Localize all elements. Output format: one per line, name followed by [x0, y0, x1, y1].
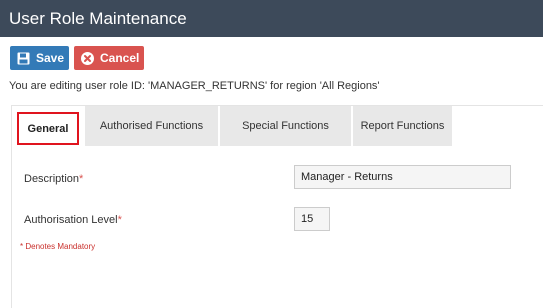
- tab-general[interactable]: General: [17, 112, 79, 145]
- role-panel: General Authorised Functions Special Fun…: [11, 105, 543, 308]
- authorisation-level-label-text: Authorisation Level: [24, 214, 118, 226]
- authorisation-level-label: Authorisation Level*: [24, 214, 122, 226]
- tab-authorised-functions[interactable]: Authorised Functions: [85, 106, 218, 146]
- save-button[interactable]: Save: [10, 46, 69, 70]
- window-title: User Role Maintenance: [0, 0, 543, 37]
- close-circle-icon: [81, 51, 94, 65]
- cancel-button[interactable]: Cancel: [74, 46, 144, 70]
- description-input[interactable]: [294, 165, 511, 189]
- tab-special-functions[interactable]: Special Functions: [220, 106, 351, 146]
- tab-authorised-functions-label: Authorised Functions: [99, 120, 204, 132]
- authorisation-level-input[interactable]: [294, 207, 330, 231]
- required-marker: *: [79, 173, 84, 185]
- tab-bar: General Authorised Functions Special Fun…: [12, 106, 543, 146]
- tab-special-functions-label: Special Functions: [242, 120, 329, 132]
- editing-info-text: You are editing user role ID: 'MANAGER_R…: [9, 80, 380, 92]
- floppy-disk-icon: [17, 52, 30, 65]
- tab-general-label: General: [27, 122, 69, 135]
- mandatory-note: * Denotes Mandatory: [20, 242, 96, 251]
- required-marker: *: [117, 214, 122, 226]
- save-button-label: Save: [36, 51, 65, 65]
- tab-report-functions-label: Report Functions: [360, 120, 445, 132]
- description-label: Description*: [24, 173, 83, 185]
- cancel-button-label: Cancel: [100, 51, 140, 65]
- description-label-text: Description: [24, 173, 80, 185]
- toolbar: Save Cancel: [10, 46, 144, 70]
- tab-report-functions[interactable]: Report Functions: [353, 106, 452, 146]
